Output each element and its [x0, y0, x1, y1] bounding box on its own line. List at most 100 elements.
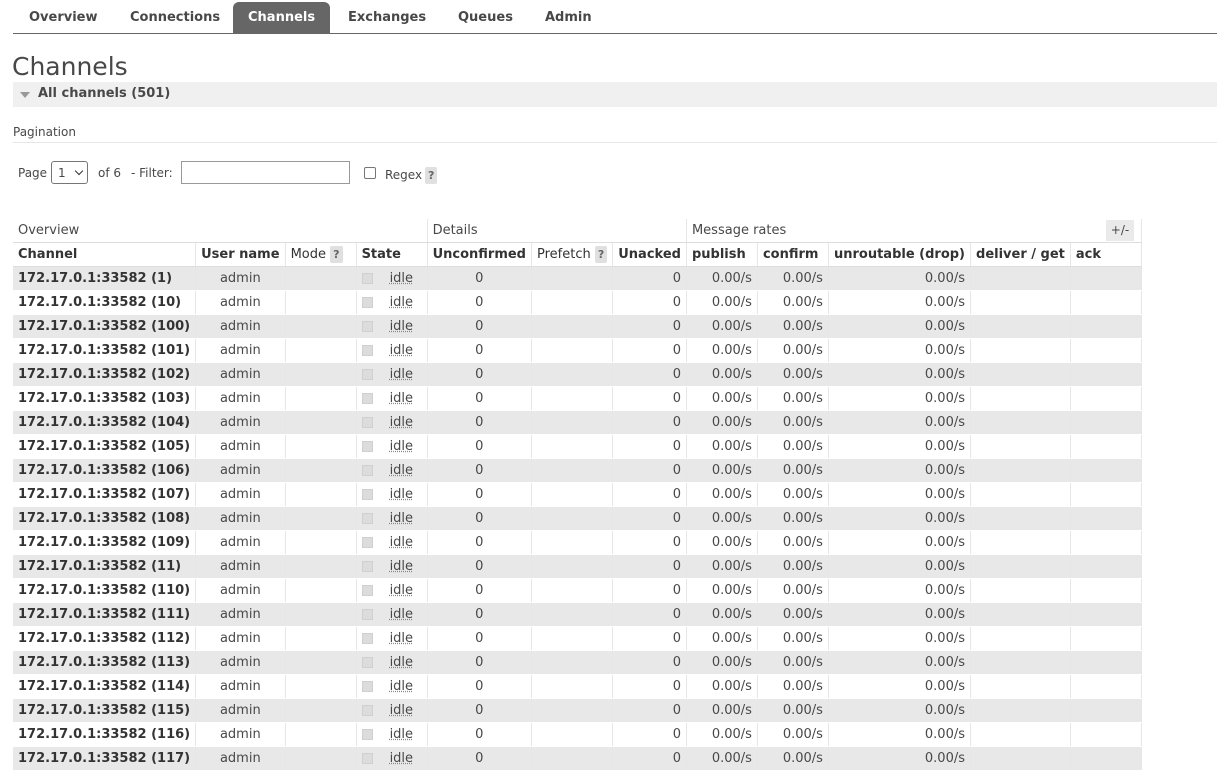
unroutable-rate-cell: 0.00/s [828, 698, 972, 723]
channel-link[interactable]: 172.17.0.1:33582 (110) [13, 578, 197, 603]
unroutable-rate-cell: 0.00/s [828, 722, 972, 747]
state-label[interactable]: idle [390, 583, 413, 598]
prefetch-cell [531, 410, 614, 435]
channel-link[interactable]: 172.17.0.1:33582 (109) [13, 530, 197, 555]
col-mode[interactable]: Mode ? [285, 242, 357, 267]
mode-cell [285, 578, 357, 603]
col-confirm[interactable]: confirm [757, 242, 829, 267]
publish-rate-cell: 0.00/s [686, 554, 758, 579]
prefetch-cell [531, 362, 614, 387]
col-unacked[interactable]: Unacked [612, 242, 687, 267]
deliver-get-cell [970, 722, 1071, 747]
publish-rate-cell: 0.00/s [686, 290, 758, 315]
regex-help-icon[interactable]: ? [425, 167, 438, 184]
channel-link[interactable]: 172.17.0.1:33582 (105) [13, 434, 197, 459]
all-channels-toggle[interactable]: All channels (501) [13, 82, 1217, 107]
page-select[interactable]: 1 [51, 161, 88, 184]
state-label[interactable]: idle [390, 631, 413, 646]
col-unroutable[interactable]: unroutable (drop) [828, 242, 972, 267]
state-indicator-icon [361, 633, 373, 644]
mode-cell [285, 410, 357, 435]
unroutable-rate-cell: 0.00/s [828, 362, 972, 387]
channel-link[interactable]: 172.17.0.1:33582 (102) [13, 362, 197, 387]
channel-link[interactable]: 172.17.0.1:33582 (100) [13, 314, 197, 339]
user-name-cell: admin [195, 410, 286, 435]
state-label[interactable]: idle [390, 319, 413, 334]
state-label[interactable]: idle [390, 559, 413, 574]
state-label[interactable]: idle [390, 415, 413, 430]
channel-link[interactable]: 172.17.0.1:33582 (104) [13, 410, 197, 435]
ack-cell [1070, 314, 1142, 339]
state-label[interactable]: idle [390, 295, 413, 310]
channel-link[interactable]: 172.17.0.1:33582 (111) [13, 602, 197, 627]
channel-link[interactable]: 172.17.0.1:33582 (112) [13, 626, 197, 651]
state-label[interactable]: idle [390, 727, 413, 742]
table-row: 172.17.0.1:33582 (113) admin idle 0 0 0.00/s 0… [13, 650, 1142, 675]
col-deliver-get[interactable]: deliver / get [970, 242, 1071, 267]
channel-link[interactable]: 172.17.0.1:33582 (1) [13, 266, 197, 291]
table-row: 172.17.0.1:33582 (102) admin idle 0 0 0.00/s 0… [13, 362, 1142, 387]
state-label[interactable]: idle [390, 439, 413, 454]
user-name-cell: admin [195, 554, 286, 579]
state-label[interactable]: idle [390, 535, 413, 550]
state-label[interactable]: idle [390, 679, 413, 694]
channel-link[interactable]: 172.17.0.1:33582 (113) [13, 650, 197, 675]
state-label[interactable]: idle [390, 607, 413, 622]
tab-queues[interactable]: Queues [443, 2, 528, 33]
col-channel[interactable]: Channel [13, 242, 197, 267]
mode-help-icon[interactable]: ? [330, 246, 343, 263]
col-publish[interactable]: publish [686, 242, 758, 267]
unconfirmed-cell: 0 [427, 482, 532, 507]
tab-channels[interactable]: Channels [233, 2, 331, 33]
user-name-cell: admin [195, 650, 286, 675]
col-state[interactable]: State [356, 242, 428, 267]
state-label[interactable]: idle [390, 271, 413, 286]
regex-checkbox[interactable] [364, 167, 376, 179]
deliver-get-cell [970, 314, 1071, 339]
tab-exchanges[interactable]: Exchanges [333, 2, 441, 33]
tab-overview[interactable]: Overview [14, 2, 113, 33]
filter-input[interactable] [181, 161, 350, 184]
unacked-cell: 0 [612, 362, 687, 387]
state-label[interactable]: idle [390, 487, 413, 502]
state-label[interactable]: idle [390, 367, 413, 382]
channel-link[interactable]: 172.17.0.1:33582 (103) [13, 386, 197, 411]
col-ack[interactable]: ack [1070, 242, 1142, 267]
channel-link[interactable]: 172.17.0.1:33582 (10) [13, 290, 197, 315]
tab-admin[interactable]: Admin [530, 2, 607, 33]
state-label[interactable]: idle [390, 751, 413, 766]
channel-link[interactable]: 172.17.0.1:33582 (101) [13, 338, 197, 363]
columns-toggle-button[interactable]: +/- [1106, 220, 1134, 241]
channel-link[interactable]: 172.17.0.1:33582 (117) [13, 746, 197, 771]
unconfirmed-cell: 0 [427, 530, 532, 555]
state-indicator-icon [361, 561, 373, 572]
prefetch-cell [531, 314, 614, 339]
confirm-rate-cell: 0.00/s [757, 506, 829, 531]
state-label[interactable]: idle [390, 655, 413, 670]
col-user-name[interactable]: User name [195, 242, 286, 267]
state-label[interactable]: idle [390, 463, 413, 478]
channel-link[interactable]: 172.17.0.1:33582 (108) [13, 506, 197, 531]
channel-link[interactable]: 172.17.0.1:33582 (116) [13, 722, 197, 747]
state-indicator-icon [361, 537, 373, 548]
prefetch-help-icon[interactable]: ? [594, 246, 608, 263]
col-unconfirmed[interactable]: Unconfirmed [427, 242, 532, 267]
state-label[interactable]: idle [390, 343, 413, 358]
state-indicator-icon [361, 729, 373, 740]
unacked-cell: 0 [612, 266, 687, 291]
channel-link[interactable]: 172.17.0.1:33582 (114) [13, 674, 197, 699]
mode-cell [285, 482, 357, 507]
col-prefetch[interactable]: Prefetch ? [531, 242, 614, 267]
channel-link[interactable]: 172.17.0.1:33582 (106) [13, 458, 197, 483]
state-label[interactable]: idle [390, 391, 413, 406]
state-label[interactable]: idle [390, 703, 413, 718]
tab-connections[interactable]: Connections [115, 2, 235, 33]
state-label[interactable]: idle [390, 511, 413, 526]
channel-link[interactable]: 172.17.0.1:33582 (11) [13, 554, 197, 579]
channel-link[interactable]: 172.17.0.1:33582 (107) [13, 482, 197, 507]
deliver-get-cell [970, 386, 1071, 411]
state-cell: idle [356, 530, 428, 555]
unconfirmed-cell: 0 [427, 674, 532, 699]
channel-link[interactable]: 172.17.0.1:33582 (115) [13, 698, 197, 723]
state-cell: idle [356, 482, 428, 507]
